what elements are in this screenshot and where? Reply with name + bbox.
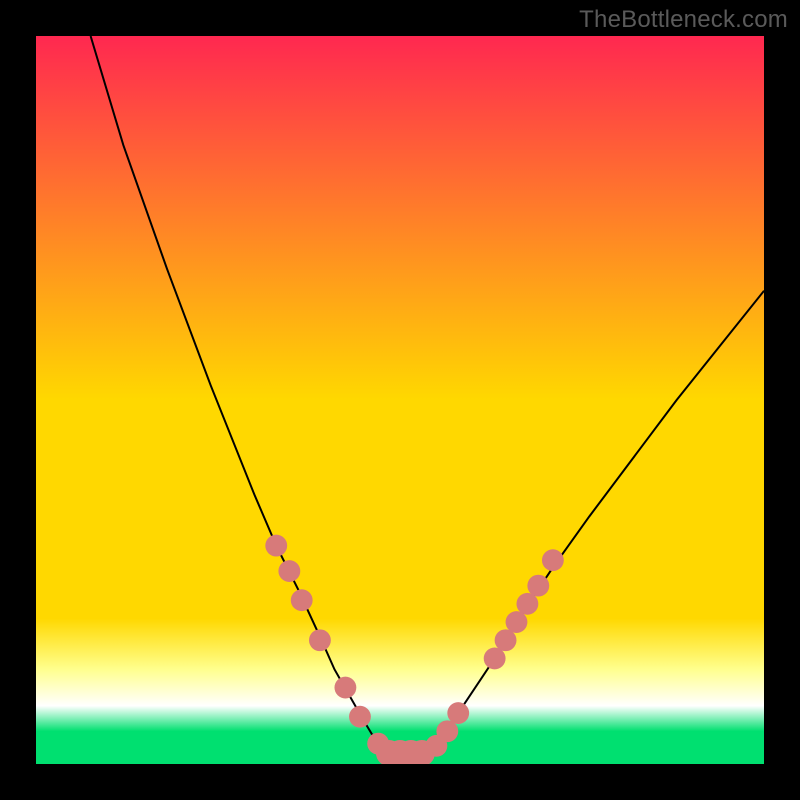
data-marker bbox=[484, 648, 506, 670]
chart-svg bbox=[36, 36, 764, 764]
data-marker bbox=[265, 535, 287, 557]
watermark-text: TheBottleneck.com bbox=[579, 6, 788, 34]
plot-area bbox=[36, 36, 764, 764]
data-marker bbox=[516, 593, 538, 615]
data-marker bbox=[278, 560, 300, 582]
data-marker bbox=[495, 629, 517, 651]
data-marker bbox=[309, 629, 331, 651]
data-marker bbox=[291, 589, 313, 611]
chart-container: TheBottleneck.com bbox=[0, 0, 800, 800]
data-marker bbox=[334, 677, 356, 699]
data-marker bbox=[542, 549, 564, 571]
data-marker bbox=[506, 611, 528, 633]
data-marker bbox=[436, 720, 458, 742]
data-marker bbox=[349, 706, 371, 728]
data-marker bbox=[447, 702, 469, 724]
data-marker bbox=[527, 575, 549, 597]
gradient-background bbox=[36, 36, 764, 764]
